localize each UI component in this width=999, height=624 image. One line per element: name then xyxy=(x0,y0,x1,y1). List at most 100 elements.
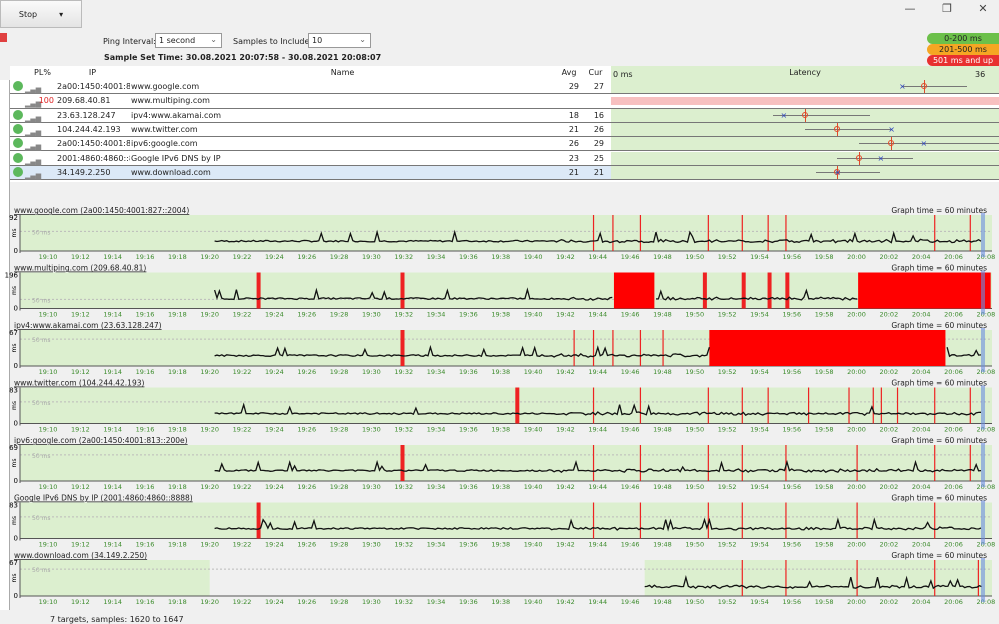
packet-loss-marker xyxy=(896,387,899,424)
sidebar-close-icon[interactable] xyxy=(0,33,7,42)
x-tick-label: 19:56 xyxy=(782,426,801,434)
x-tick-label: 19:44 xyxy=(588,483,607,491)
x-tick-label: 19:54 xyxy=(750,311,769,319)
x-tick-label: 20:02 xyxy=(879,253,898,261)
packet-loss-marker xyxy=(856,502,858,539)
table-row[interactable]: ▂▄▆ 2a00:1450:4001:813::200eipv6:google.c… xyxy=(10,137,999,152)
graph-time-label: Graph time = 60 minutes xyxy=(891,551,987,560)
legend-orange: 201-500 ms xyxy=(927,44,999,55)
y-max-label: 83 xyxy=(9,502,18,510)
header-pl[interactable]: PL% xyxy=(30,66,55,80)
x-tick-label: 19:22 xyxy=(233,253,252,261)
x-tick-label: 19:16 xyxy=(136,368,155,376)
table-row[interactable]: ▂▄▆ 2001:4860:4860::8888Google IPv6 DNS b… xyxy=(10,151,999,166)
header-latency[interactable]: Latency xyxy=(611,66,999,80)
header-ip[interactable]: IP xyxy=(55,66,130,80)
x-tick-label: 20:02 xyxy=(879,598,898,606)
restore-button[interactable]: ❐ xyxy=(937,2,957,15)
bar-chart-icon[interactable]: ▂▄▆ xyxy=(25,113,41,123)
ip-value: 209.68.40.81 xyxy=(57,96,111,106)
x-tick-label: 19:46 xyxy=(621,598,640,606)
packet-loss-marker xyxy=(848,387,850,424)
x-tick-label: 19:58 xyxy=(815,598,834,606)
latency-bar: × xyxy=(611,108,999,122)
graph-panel: www.download.com (34.149.2.250) Graph tim… xyxy=(9,551,995,606)
minimize-button[interactable]: — xyxy=(900,2,920,15)
latency-avg-tick xyxy=(837,122,839,136)
graph-panel: Google IPv6 DNS by IP (2001:4860:4860::8… xyxy=(9,494,995,549)
header-avg[interactable]: Avg xyxy=(555,66,583,80)
bar-chart-icon[interactable]: ▂▄▆ xyxy=(25,98,41,108)
x-tick-label: 19:38 xyxy=(491,598,510,606)
x-tick-label: 19:40 xyxy=(524,368,543,376)
x-tick-label: 19:26 xyxy=(297,541,316,549)
x-tick-label: 19:30 xyxy=(362,253,381,261)
latency-range-whisker xyxy=(858,143,999,145)
x-tick-label: 19:32 xyxy=(394,426,413,434)
x-tick-label: 19:40 xyxy=(524,426,543,434)
packet-loss-marker xyxy=(767,387,769,424)
packet-loss-marker xyxy=(707,215,709,251)
x-tick-label: 19:34 xyxy=(427,368,446,376)
pl-value: 100 xyxy=(38,96,54,106)
y-min-label: 0 xyxy=(14,592,18,600)
x-tick-label: 20:00 xyxy=(847,541,866,549)
x-tick-label: 19:12 xyxy=(71,598,90,606)
ping-interval-select[interactable]: 1 second ⌄ xyxy=(155,33,222,48)
avg-value: 23 xyxy=(568,153,579,163)
x-tick-label: 19:34 xyxy=(427,311,446,319)
chevron-down-icon: ⌄ xyxy=(210,35,217,44)
latency-avg-tick xyxy=(805,108,806,122)
table-row[interactable]: ▂▄▆ 100 209.68.40.81 www.multiping.com xyxy=(10,94,999,109)
avg-value: 21 xyxy=(568,167,579,177)
x-tick-label: 19:20 xyxy=(200,426,219,434)
header-cur[interactable]: Cur xyxy=(583,66,608,80)
x-tick-label: 19:14 xyxy=(103,253,122,261)
bar-chart-icon[interactable]: ▂▄▆ xyxy=(25,170,41,180)
packet-loss-marker xyxy=(400,272,405,309)
x-tick-label: 19:18 xyxy=(168,253,187,261)
header-name[interactable]: Name xyxy=(130,66,555,80)
x-tick-label: 20:06 xyxy=(944,253,963,261)
x-tick-label: 19:10 xyxy=(39,311,58,319)
y-max-label: 67 xyxy=(9,559,18,567)
stop-button[interactable]: Stop ▾ xyxy=(0,0,82,28)
close-button[interactable]: ✕ xyxy=(973,2,993,15)
table-row[interactable]: ▂▄▆ 23.63.128.247 ipv4:www.akamai.com 18 16 × xyxy=(10,108,999,123)
bar-chart-icon[interactable]: ▂▄▆ xyxy=(25,156,41,166)
samples-select[interactable]: 10 ⌄ xyxy=(308,33,371,48)
packet-loss-marker xyxy=(785,272,790,309)
x-tick-label: 19:36 xyxy=(459,598,478,606)
x-tick-label: 19:50 xyxy=(685,541,704,549)
x-tick-label: 19:56 xyxy=(782,541,801,549)
latency-range-whisker xyxy=(805,128,892,130)
x-tick-label: 19:46 xyxy=(621,368,640,376)
x-tick-label: 20:06 xyxy=(944,598,963,606)
bar-chart-icon[interactable]: ▂▄▆ xyxy=(25,141,41,151)
x-tick-label: 19:12 xyxy=(71,253,90,261)
x-tick-label: 19:32 xyxy=(394,368,413,376)
bar-chart-icon[interactable]: ▂▄▆ xyxy=(25,84,41,94)
x-tick-label: 19:56 xyxy=(782,253,801,261)
table-row[interactable]: ▂▄▆ 104.244.42.193 www.twitter.com 21 26 × xyxy=(10,122,999,138)
x-tick-label: 19:10 xyxy=(39,368,58,376)
avg-value: 21 xyxy=(568,124,579,134)
packet-loss-marker xyxy=(592,215,595,251)
ip-value: 34.149.2.250 xyxy=(57,167,111,177)
y-unit-label: ms xyxy=(11,229,18,238)
x-tick-label: 19:50 xyxy=(685,483,704,491)
x-tick-label: 19:44 xyxy=(588,253,607,261)
x-tick-label: 20:04 xyxy=(912,598,931,606)
packet-loss-marker xyxy=(741,215,743,251)
x-tick-label: 19:42 xyxy=(556,426,575,434)
targets-table: PL% IP Name Avg Cur Latency 0 ms 36 ms ▂… xyxy=(10,66,999,182)
latency-min-label: 0 ms xyxy=(613,70,633,79)
table-row[interactable]: ▂▄▆ 34.149.2.250 www.download.com 21 21 × xyxy=(10,165,999,181)
x-tick-label: 20:06 xyxy=(944,368,963,376)
table-row[interactable]: ▂▄▆ 2a00:1450:4001:827::2004www.google.co… xyxy=(10,80,999,95)
packet-loss-marker xyxy=(741,502,743,539)
bar-chart-icon[interactable]: ▂▄▆ xyxy=(25,127,41,137)
x-tick-label: 20:06 xyxy=(944,426,963,434)
x-tick-label: 19:22 xyxy=(233,426,252,434)
x-tick-label: 20:08 xyxy=(976,368,995,376)
